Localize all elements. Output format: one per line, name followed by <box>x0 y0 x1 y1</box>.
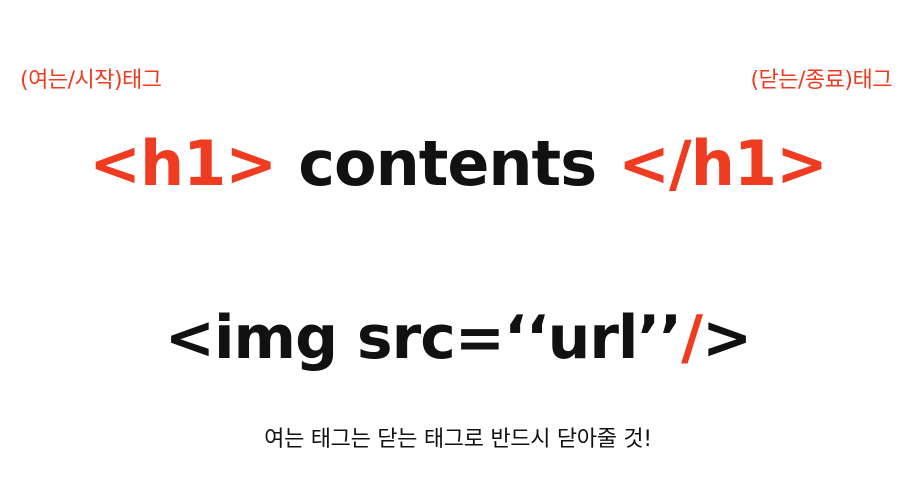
img-tag-suffix: > <box>702 303 752 373</box>
h1-content: contents <box>298 127 597 200</box>
closing-tag-label: (닫는/종료)태그 <box>750 68 892 93</box>
closing-rule-note: 여는 태그는 닫는 태그로 반드시 닫아줄 것! <box>264 427 652 452</box>
opening-tag-label: (여는/시작)태그 <box>20 68 162 93</box>
img-tag-prefix: <img src=‘‘url’’ <box>164 303 682 373</box>
img-self-closing-slash: / <box>681 303 703 373</box>
h1-open-tag: <h1> <box>89 127 277 200</box>
img-example-line: <img src=‘‘url’’/> <box>0 298 916 378</box>
h1-example-line: <h1> contents </h1> <box>0 124 916 204</box>
h1-close-tag: </h1> <box>618 127 828 200</box>
